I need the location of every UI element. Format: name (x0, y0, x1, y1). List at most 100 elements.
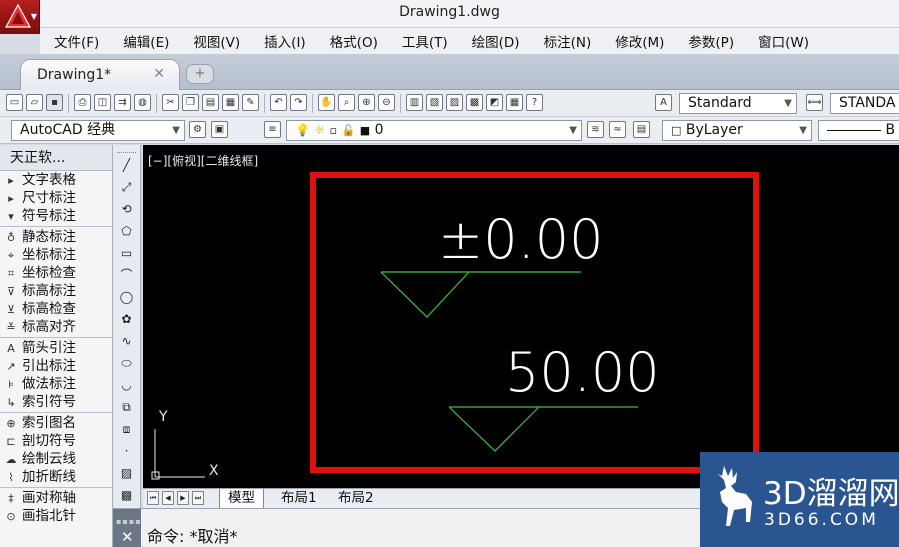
panel-title[interactable]: 天正软... (0, 145, 112, 171)
circle-icon[interactable]: ◯ (117, 288, 137, 306)
layer-select[interactable]: 💡 ☼ ▫ 🔓 ■ 0 ▼ (286, 120, 582, 141)
panel-item-arrow-leader[interactable]: A 箭头引注 (0, 339, 112, 357)
menu-window[interactable]: 窗口(W) (746, 31, 821, 51)
color-select[interactable]: □ ByLayer ▼ (662, 120, 812, 141)
line-icon[interactable]: ╱ (117, 156, 137, 174)
first-layout-icon[interactable]: ⏮ (147, 491, 159, 505)
gradient-icon[interactable]: ▩ (117, 486, 137, 504)
make-current-layer-icon[interactable]: ≋ (587, 121, 604, 138)
tab-model[interactable]: 模型 (219, 489, 264, 508)
menu-view[interactable]: 视图(V) (181, 31, 252, 51)
match-properties-icon[interactable]: ✎ (242, 94, 259, 111)
layer-properties-icon[interactable]: ≡ (264, 121, 281, 138)
tab-drawing1[interactable]: Drawing1* ✕ (20, 59, 180, 90)
save-icon[interactable]: ▪ (46, 94, 63, 111)
print-preview-icon[interactable]: ◫ (94, 94, 111, 111)
polygon-icon[interactable]: ⬠ (117, 222, 137, 240)
layer-state-icon[interactable]: ▤ (633, 121, 650, 138)
previous-layout-icon[interactable]: ◀ (162, 491, 174, 505)
panel-item-section-symbol[interactable]: ⊏ 剖切符号 (0, 432, 112, 450)
rectangle-icon[interactable]: ▭ (117, 244, 137, 262)
cut-icon[interactable]: ✂ (162, 94, 179, 111)
panel-item-coord-label[interactable]: ⌖ 坐标标注 (0, 246, 112, 264)
panel-item-index-symbol[interactable]: ↳ 索引符号 (0, 393, 112, 411)
my-workspace-icon[interactable]: ▣ (211, 121, 228, 138)
menu-modify[interactable]: 修改(M) (603, 31, 676, 51)
open-folder-icon[interactable]: ▱ (26, 94, 43, 111)
print-icon[interactable]: ⎙ (74, 94, 91, 111)
panel-item-method-label[interactable]: ⊧ 做法标注 (0, 375, 112, 393)
dim-style-select[interactable]: STANDA (830, 93, 899, 114)
panel-item-coord-check[interactable]: ⌗ 坐标检查 (0, 264, 112, 282)
ellipse-arc-icon[interactable]: ◡ (117, 376, 137, 394)
menu-insert[interactable]: 插入(I) (252, 31, 318, 51)
new-file-icon[interactable]: ▭ (6, 94, 23, 111)
help-icon[interactable]: ? (526, 94, 543, 111)
menu-format[interactable]: 格式(O) (318, 31, 390, 51)
menu-tools[interactable]: 工具(T) (390, 31, 460, 51)
panel-item-break-line[interactable]: ⌇ 加折断线 (0, 468, 112, 486)
redo-icon[interactable]: ↷ (290, 94, 307, 111)
tool-palettes-icon[interactable]: ▨ (446, 94, 463, 111)
menu-draw[interactable]: 绘图(D) (460, 31, 532, 51)
undo-icon[interactable]: ↶ (270, 94, 287, 111)
text-style-icon[interactable]: A (655, 94, 672, 111)
zoom-realtime-icon[interactable]: ⌕ (338, 94, 355, 111)
design-center-icon[interactable]: ▧ (426, 94, 443, 111)
arc-icon[interactable]: ⌒ (117, 266, 137, 284)
layer-previous-icon[interactable]: ≈ (609, 121, 626, 138)
construction-line-icon[interactable]: ⤢ (117, 178, 137, 196)
polyline-icon[interactable]: ⟲ (117, 200, 137, 218)
linetype-select[interactable]: B (818, 120, 899, 141)
new-tab-button[interactable]: + (186, 64, 214, 84)
panel-item-index-name[interactable]: ⊕ 索引图名 (0, 414, 112, 432)
panel-item-elevation-label[interactable]: ⊽ 标高标注 (0, 282, 112, 300)
zoom-window-icon[interactable]: ⊕ (358, 94, 375, 111)
panel-item-static-label[interactable]: ♁ 静态标注 (0, 228, 112, 246)
workspace-settings-icon[interactable]: ⚙ (189, 121, 206, 138)
make-block-icon[interactable]: ⧈ (117, 420, 137, 438)
spline-icon[interactable]: ∿ (117, 332, 137, 350)
panel-item-leader-label[interactable]: ↗ 引出标注 (0, 357, 112, 375)
paste-icon[interactable]: ▤ (202, 94, 219, 111)
paste-block-icon[interactable]: ▦ (222, 94, 239, 111)
toolbar-grip[interactable] (117, 147, 136, 153)
close-icon[interactable]: ✕ (153, 66, 165, 82)
calculator-icon[interactable]: ▦ (506, 94, 523, 111)
3d-dwf-icon[interactable]: ◍ (134, 94, 151, 111)
panel-item-symmetry-axis[interactable]: ‡ 画对称轴 (0, 489, 112, 507)
sheet-set-icon[interactable]: ▩ (466, 94, 483, 111)
point-icon[interactable]: · (117, 442, 137, 460)
panel-item-north-arrow[interactable]: ⊙ 画指北针 (0, 507, 112, 525)
drawing-canvas[interactable]: [−][俯视][二维线框] ±0.00 50.00 Y X (143, 145, 899, 488)
text-style-select[interactable]: Standard ▼ (679, 93, 797, 114)
next-layout-icon[interactable]: ▶ (177, 491, 189, 505)
panel-item-dimension[interactable]: ▸ 尺寸标注 (0, 189, 112, 207)
panel-item-text-table[interactable]: ▸ 文字表格 (0, 171, 112, 189)
tab-layout2[interactable]: 布局2 (330, 489, 382, 508)
panel-item-elevation-check[interactable]: ⊻ 标高检查 (0, 300, 112, 318)
panel-item-elevation-align[interactable]: ≚ 标高对齐 (0, 318, 112, 336)
menu-edit[interactable]: 编辑(E) (111, 31, 181, 51)
close-icon[interactable]: ✕ (121, 528, 134, 546)
command-line-grip[interactable]: ▪▪▪▪ ✕ (113, 509, 141, 547)
pan-icon[interactable]: ✋ (318, 94, 335, 111)
menu-file[interactable]: 文件(F) (42, 31, 111, 51)
menu-parametric[interactable]: 参数(P) (676, 31, 746, 51)
panel-item-cloud-line[interactable]: ☁ 绘制云线 (0, 450, 112, 468)
publish-icon[interactable]: ⇉ (114, 94, 131, 111)
ellipse-icon[interactable]: ⬭ (117, 354, 137, 372)
menu-dimension[interactable]: 标注(N) (532, 31, 604, 51)
revision-cloud-icon[interactable]: ✿ (117, 310, 137, 328)
zoom-previous-icon[interactable]: ⊖ (378, 94, 395, 111)
copy-icon[interactable]: ❐ (182, 94, 199, 111)
markup-icon[interactable]: ◩ (486, 94, 503, 111)
hatch-icon[interactable]: ▨ (117, 464, 137, 482)
panel-item-symbol[interactable]: ▾ 符号标注 (0, 207, 112, 225)
last-layout-icon[interactable]: ⏭ (192, 491, 204, 505)
insert-block-icon[interactable]: ⧉ (117, 398, 137, 416)
properties-icon[interactable]: ▥ (406, 94, 423, 111)
tab-layout1[interactable]: 布局1 (273, 489, 325, 508)
workspace-select[interactable]: AutoCAD 经典 ▼ (11, 120, 185, 141)
dim-style-icon[interactable]: ⟺ (806, 94, 823, 111)
